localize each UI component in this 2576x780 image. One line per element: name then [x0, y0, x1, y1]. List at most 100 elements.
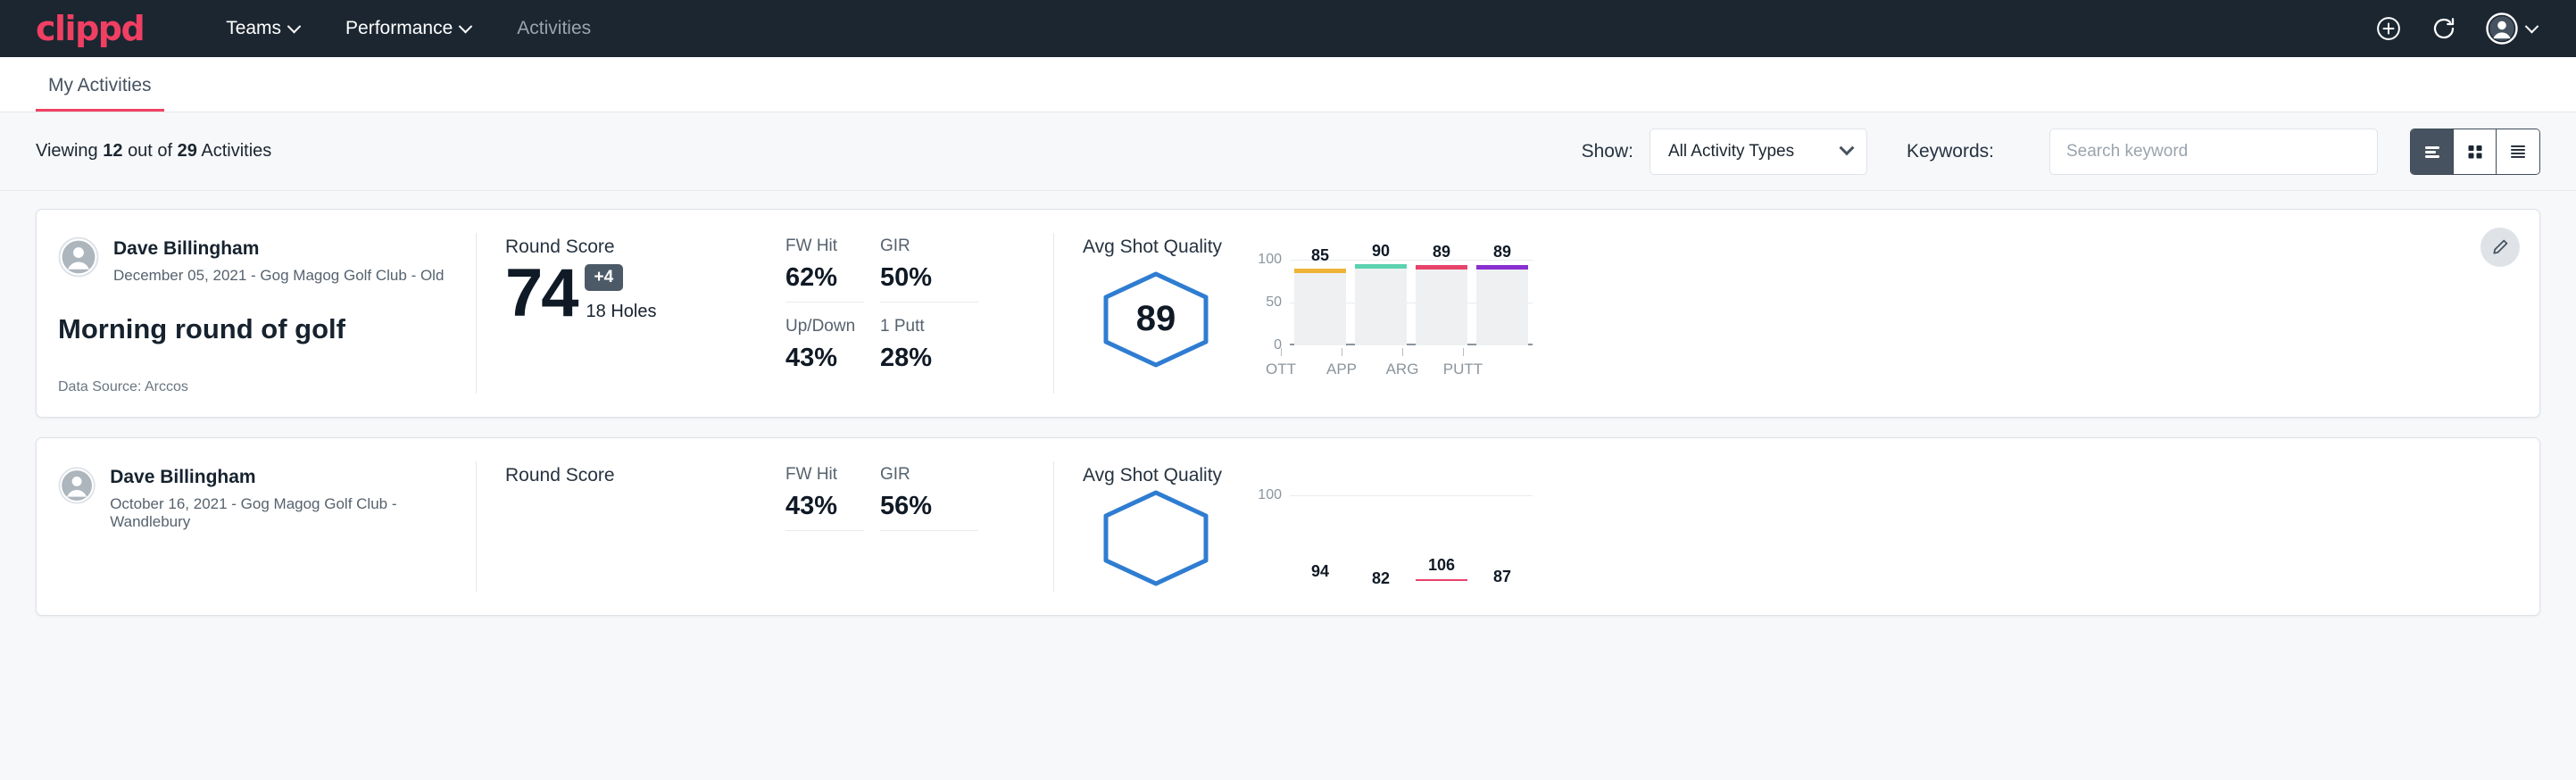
chevron-down-icon — [1839, 140, 1854, 155]
activity-type-selected-value: All Activity Types — [1668, 142, 1794, 162]
chart-y-axis: 100 50 0 — [1252, 260, 1290, 345]
stat-label: Up/Down — [785, 317, 864, 336]
stat-value: 43% — [785, 344, 864, 373]
view-mode-grid-button[interactable] — [2454, 129, 2497, 174]
clippd-logo[interactable]: clippd — [36, 12, 144, 46]
stat-label: FW Hit — [785, 236, 864, 256]
search-input[interactable] — [2049, 129, 2378, 175]
stat-gir: GIR 56% — [880, 465, 978, 531]
y-tick-100: 100 — [1258, 487, 1282, 503]
avatar — [58, 236, 99, 278]
search-field-wrapper — [2049, 129, 2378, 175]
bar-cell-app: 90 — [1350, 260, 1411, 345]
viewing-count-text: Viewing 12 out of 29 Activities — [36, 141, 271, 162]
user-menu[interactable] — [2486, 12, 2537, 45]
stat-value: 50% — [880, 263, 978, 293]
shot-quality-chart: 100 50 0 85 — [1252, 260, 1533, 345]
nav-item-teams-label: Teams — [226, 18, 281, 39]
shot-quality-chart-wrapper: 100 94 82 — [1213, 495, 1533, 581]
nav-item-performance-label: Performance — [345, 18, 453, 39]
bar-value-label: 87 — [1493, 568, 1511, 586]
activity-card[interactable]: Dave Billingham December 05, 2021 - Gog … — [36, 209, 2540, 418]
activity-meta: December 05, 2021 - Gog Magog Golf Club … — [113, 267, 444, 285]
bar — [1416, 579, 1467, 581]
bar-value-label: 89 — [1433, 243, 1450, 261]
bar-value-label: 90 — [1372, 242, 1390, 261]
activity-user-name: Dave Billingham — [113, 238, 444, 260]
filter-toolbar: Viewing 12 out of 29 Activities Show: Al… — [0, 112, 2576, 191]
activity-card[interactable]: Dave Billingham October 16, 2021 - Gog M… — [36, 437, 2540, 616]
shot-quality-chart: 100 94 82 — [1252, 495, 1533, 581]
nav-item-activities-label: Activities — [517, 18, 591, 39]
bar-value-label: 89 — [1493, 243, 1511, 261]
round-holes-label: 18 Holes — [586, 302, 657, 322]
activity-user-block: Dave Billingham October 16, 2021 - Gog M… — [58, 465, 451, 531]
chart-bars: 94 82 106 — [1290, 495, 1533, 581]
round-score-column: Round Score 74 +4 18 Holes — [477, 210, 785, 417]
activity-data-source: Data Source: Arccos — [58, 379, 451, 395]
viewing-total-count: 29 — [178, 141, 197, 161]
round-score-badge: +4 — [585, 264, 624, 291]
stat-value: 62% — [785, 263, 864, 293]
view-mode-compact-button[interactable] — [2497, 129, 2539, 174]
stat-label: GIR — [880, 236, 978, 256]
top-nav-actions — [2375, 12, 2537, 45]
stat-fw-hit: FW Hit 62% — [785, 236, 864, 303]
x-label-putt: PUTT — [1433, 348, 1493, 378]
bar-cell-arg: 89 — [1411, 260, 1472, 345]
bar — [1355, 269, 1407, 345]
stat-label: 1 Putt — [880, 317, 978, 336]
stat-value: 43% — [785, 492, 864, 521]
tab-my-activities-label: My Activities — [48, 75, 152, 95]
chevron-down-icon — [459, 19, 473, 33]
tab-my-activities[interactable]: My Activities — [36, 75, 164, 112]
chart-y-axis: 100 — [1252, 495, 1290, 581]
x-label-arg: ARG — [1372, 348, 1433, 378]
bar-cell-app: 82 — [1350, 495, 1411, 581]
stats-grid: FW Hit 43% GIR 56% — [785, 438, 1053, 615]
viewing-mid: out of — [128, 141, 172, 161]
view-mode-toggle-group — [2410, 129, 2540, 175]
top-navigation-bar: clippd Teams Performance Activities — [0, 0, 2576, 57]
add-activity-button[interactable] — [2375, 15, 2402, 42]
nav-item-performance[interactable]: Performance — [322, 18, 494, 39]
avg-shot-quality-label: Avg Shot Quality — [1083, 236, 2539, 258]
avg-shot-quality-body: 100 94 82 — [1083, 488, 2539, 588]
bar-cell-ott: 85 — [1290, 260, 1350, 345]
round-score-side: +4 18 Holes — [578, 264, 657, 326]
page-tab-bar: My Activities — [0, 57, 2576, 112]
grid-view-icon — [2464, 141, 2486, 162]
pencil-icon — [2490, 237, 2510, 257]
avg-shot-quality-label: Avg Shot Quality — [1083, 465, 2539, 486]
bar-cell-putt: 87 — [1472, 495, 1533, 581]
avatar — [58, 465, 96, 506]
nav-item-activities[interactable]: Activities — [494, 18, 614, 39]
bar-value-label: 106 — [1428, 556, 1455, 575]
stat-value: 56% — [880, 492, 978, 521]
filter-controls: Show: All Activity Types Keywords: — [1582, 129, 2540, 175]
stat-up-down: Up/Down 43% — [785, 317, 864, 382]
stats-grid: FW Hit 62% GIR 50% Up/Down 43% 1 Putt 28… — [785, 210, 1053, 417]
view-mode-list-button[interactable] — [2411, 129, 2454, 174]
quality-hexagon: 89 — [1099, 270, 1213, 369]
x-label-app: APP — [1311, 348, 1372, 378]
activity-type-select[interactable]: All Activity Types — [1649, 129, 1867, 175]
nav-item-teams[interactable]: Teams — [203, 18, 322, 39]
activity-user-name: Dave Billingham — [110, 467, 451, 488]
avg-shot-quality-column: Avg Shot Quality 89 100 50 0 — [1054, 210, 2539, 417]
edit-activity-button[interactable] — [2480, 228, 2520, 267]
activity-info-column: Dave Billingham October 16, 2021 - Gog M… — [37, 438, 476, 615]
stat-fw-hit: FW Hit 43% — [785, 465, 864, 531]
bar — [1294, 273, 1346, 345]
round-score-value: 74 — [505, 261, 578, 326]
account-circle-icon — [2486, 12, 2518, 45]
bar-value-label: 82 — [1372, 569, 1390, 588]
refresh-button[interactable] — [2431, 15, 2457, 42]
round-score-label: Round Score — [505, 465, 785, 486]
chart-bars: 85 90 89 — [1290, 260, 1533, 345]
activity-user-block: Dave Billingham December 05, 2021 - Gog … — [58, 236, 451, 285]
round-score-column: Round Score — [477, 438, 785, 615]
bar — [1416, 270, 1467, 345]
activity-info-column: Dave Billingham December 05, 2021 - Gog … — [37, 210, 476, 417]
show-label: Show: — [1582, 141, 1633, 162]
